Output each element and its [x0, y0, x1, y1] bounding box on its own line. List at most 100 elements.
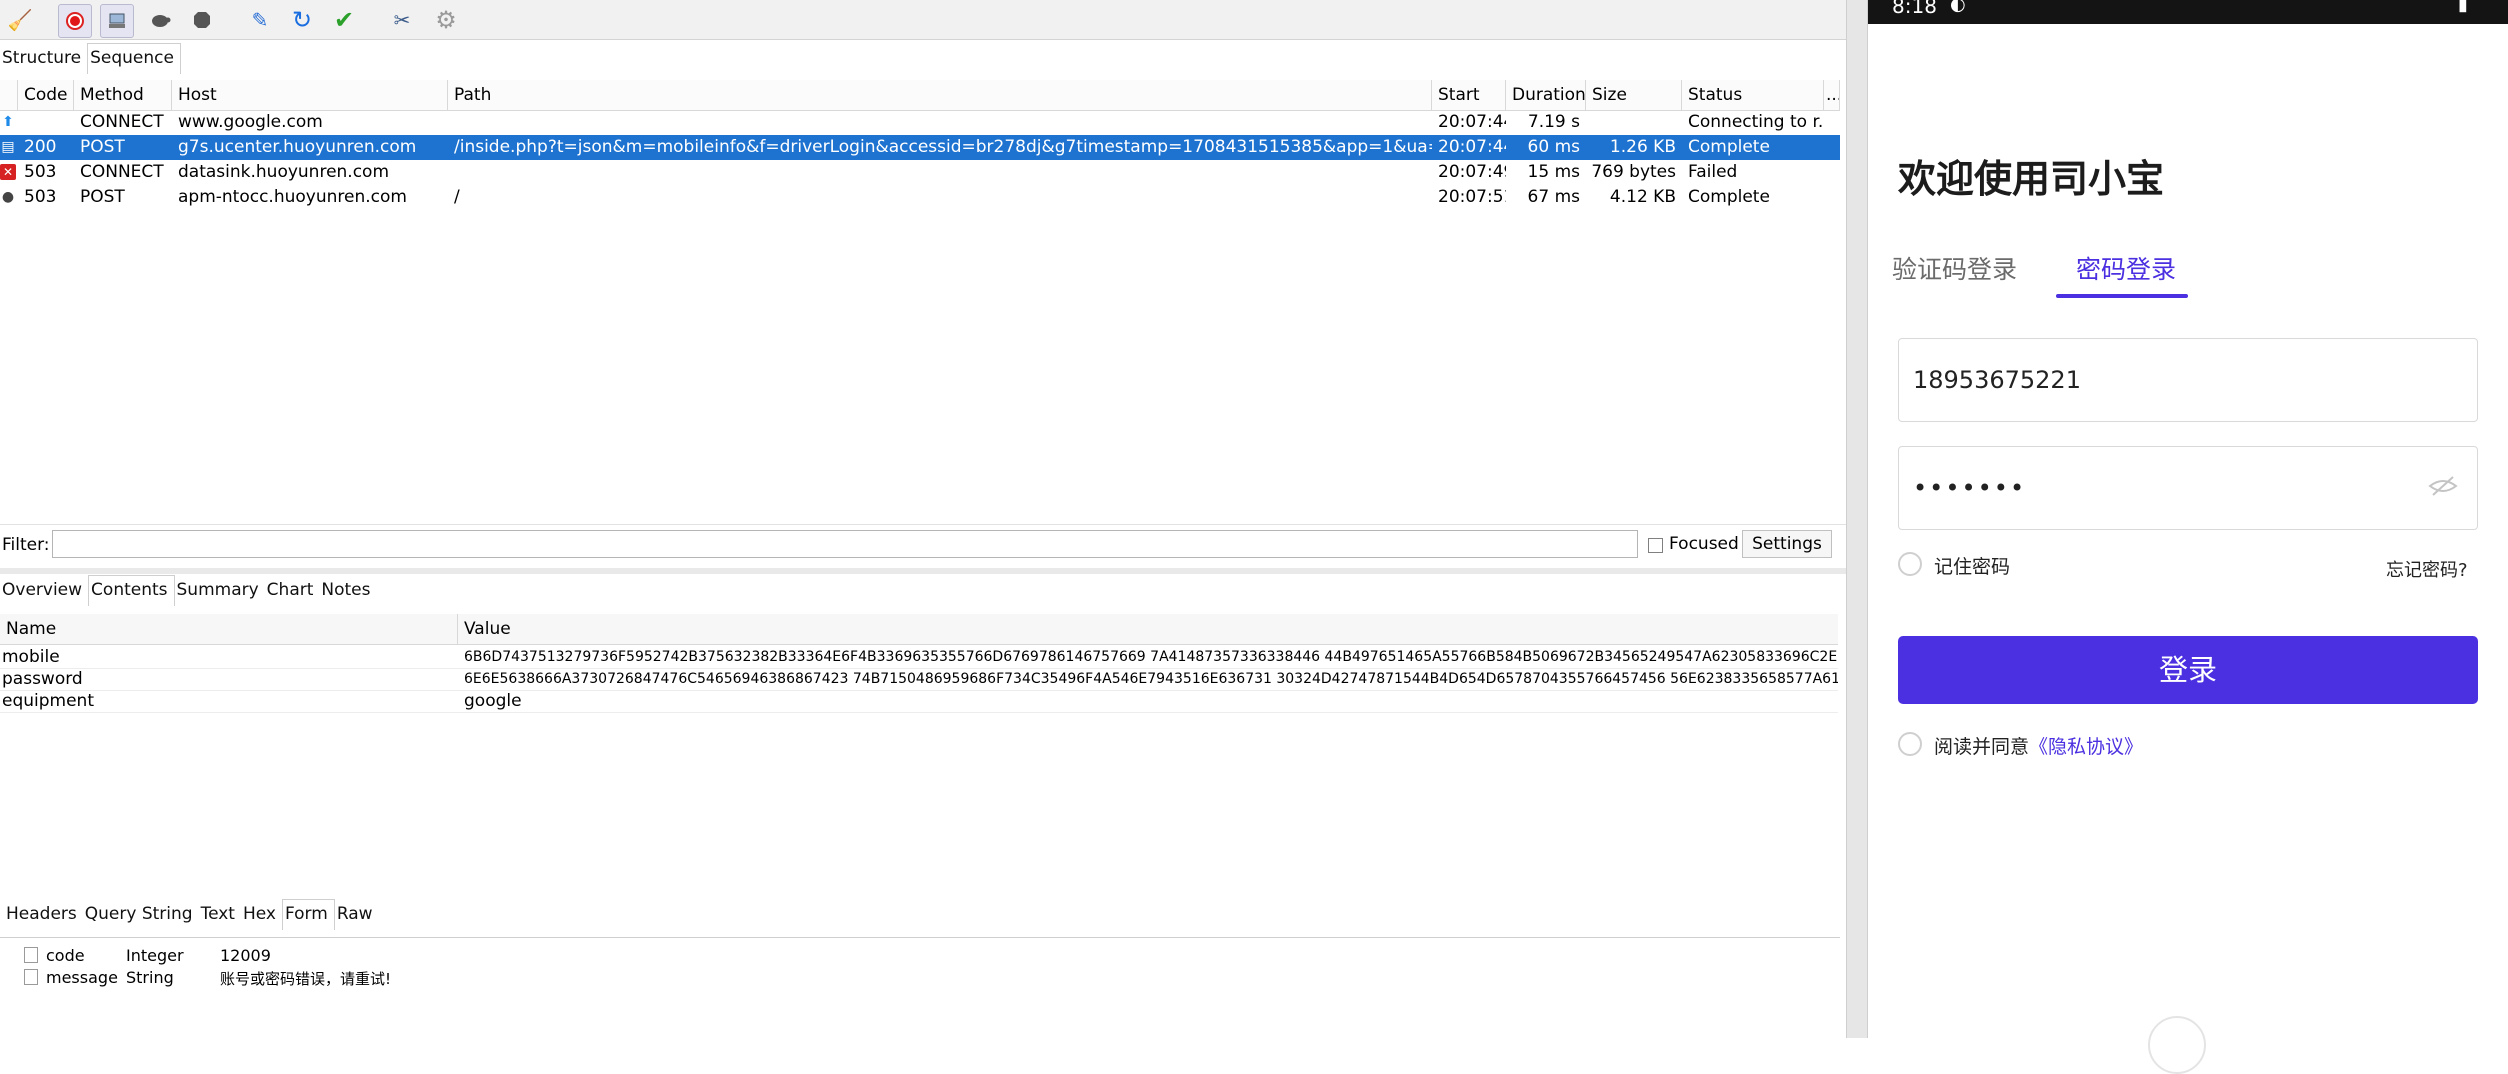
column-duration[interactable]: Duration [1506, 80, 1586, 110]
window-divider[interactable] [1846, 0, 1868, 1038]
table-row[interactable]: equipment google [0, 690, 1838, 713]
tree-node-icon [24, 947, 38, 963]
column-code[interactable]: Code [18, 80, 74, 110]
tree-row[interactable]: message String 账号或密码错误，请重试! [0, 966, 600, 988]
column-method[interactable]: Method [74, 80, 172, 110]
turtle-icon[interactable] [144, 4, 176, 36]
cell-path: /inside.php?t=json&m=mobileinfo&f=driver… [454, 137, 1432, 157]
stop-icon[interactable] [186, 4, 218, 36]
tab-sequence[interactable]: Sequence [87, 43, 181, 74]
bottom-circle-button[interactable] [2148, 1016, 2206, 1074]
tab-headers[interactable]: Headers [0, 900, 83, 930]
cell-value: 6B6D7437513279736F5952742B375632382B3336… [464, 649, 1838, 665]
tab-notes[interactable]: Notes [319, 576, 376, 606]
error-x-icon: ✕ [0, 164, 16, 180]
cell-host: apm-ntocc.huoyunren.com [178, 187, 407, 207]
cell-duration: 60 ms [1527, 137, 1580, 157]
settings-button[interactable]: Settings [1742, 530, 1832, 558]
phone-screen: 8:18 ◐ ▮ 欢迎使用司小宝 验证码登录 密码登录 18953675221 … [1868, 0, 2508, 1074]
check-icon[interactable]: ✔ [328, 4, 360, 36]
focused-label: Focused [1669, 534, 1739, 554]
table-row[interactable]: password 6E6E5638666A3730726847476C54656… [0, 668, 1838, 691]
forgot-password-link[interactable]: 忘记密码? [2386, 556, 2468, 582]
agree-privacy-label: 阅读并同意《隐私协议》 [1934, 732, 2143, 759]
cell-code [18, 110, 74, 135]
table-row[interactable]: ⬆ CONNECT www.google.com 20:07:44 7.19 s… [0, 110, 1840, 135]
column-name[interactable]: Name [0, 614, 458, 644]
table-row[interactable]: mobile 6B6D7437513279736F5952742B3756323… [0, 646, 1838, 669]
agree-prefix-text: 阅读并同意 [1934, 736, 2030, 758]
cell-host: datasink.huoyunren.com [178, 162, 390, 182]
tree-key: code [46, 946, 85, 965]
column-status[interactable]: Status [1682, 80, 1824, 110]
filter-input[interactable] [52, 530, 1638, 558]
request-table-header: Code Method Host Path Start Duration Siz… [0, 80, 1840, 111]
cell-duration: 15 ms [1527, 162, 1580, 182]
tree-value: 账号或密码错误，请重试! [220, 970, 392, 988]
refresh-icon[interactable]: ↻ [286, 4, 318, 36]
bomb-icon: ● [1, 189, 15, 205]
privacy-policy-link[interactable]: 《隐私协议》 [2029, 736, 2143, 758]
table-row[interactable]: ✕ 503 CONNECT datasink.huoyunren.com 20:… [0, 160, 1840, 185]
remember-password-radio[interactable] [1898, 552, 1922, 576]
document-icon: ▤ [1, 139, 15, 155]
cell-host: www.google.com [178, 112, 323, 132]
tab-text[interactable]: Text [199, 900, 241, 930]
tab-password-login[interactable]: 密码登录 [2076, 250, 2176, 286]
cell-method: POST [80, 187, 125, 207]
cell-status: Connecting to r... [1688, 112, 1824, 132]
cell-value: 6E6E5638666A3730726847476C54656946386867… [464, 671, 1838, 687]
tab-overview[interactable]: Overview [0, 576, 88, 606]
tab-raw[interactable]: Raw [335, 900, 379, 930]
throttle-icon[interactable] [100, 4, 134, 38]
remember-password-label[interactable]: 记住密码 [1934, 552, 2010, 579]
column-host[interactable]: Host [172, 80, 448, 110]
cell-code: 503 [24, 187, 57, 207]
tab-summary[interactable]: Summary [175, 576, 265, 606]
tab-form[interactable]: Form [281, 899, 335, 930]
filter-bar: Filter: Focused Settings [0, 524, 1846, 564]
cell-start: 20:07:49 [1438, 162, 1506, 182]
login-button[interactable]: 登录 [1898, 636, 2478, 704]
table-row[interactable]: ● 503 POST apm-ntocc.huoyunren.com / 20:… [0, 185, 1840, 210]
agree-privacy-radio[interactable] [1898, 732, 1922, 756]
cell-size [1586, 110, 1682, 135]
column-start[interactable]: Start [1432, 80, 1506, 110]
cell-start: 20:07:44 [1438, 137, 1506, 157]
phone-number-input[interactable]: 18953675221 [1898, 338, 2478, 422]
cell-name: equipment [2, 691, 94, 711]
tools-icon[interactable]: ✂ [386, 4, 418, 36]
tab-sms-login[interactable]: 验证码登录 [1892, 250, 2017, 286]
filter-label: Filter: [2, 535, 50, 555]
cell-method: CONNECT [80, 112, 164, 132]
tab-separator [0, 937, 1840, 938]
table-row-selected[interactable]: ▤ 200 POST g7s.ucenter.huoyunren.com /in… [0, 135, 1840, 160]
column-path[interactable]: Path [448, 80, 1432, 110]
broom-icon[interactable]: 🧹 [4, 4, 36, 36]
tree-key: message [46, 968, 118, 987]
tab-contents[interactable]: Contents [88, 575, 175, 606]
eye-hidden-icon[interactable] [2428, 474, 2458, 498]
splitter[interactable] [0, 568, 1846, 574]
column-more[interactable]: ... [1824, 80, 1840, 110]
cell-code: 503 [24, 162, 57, 182]
focused-checkbox[interactable] [1648, 538, 1663, 553]
settings-gear-icon[interactable]: ⚙ [430, 4, 462, 36]
cell-path [448, 160, 1432, 185]
column-value[interactable]: Value [458, 614, 1838, 644]
cell-path [448, 110, 1432, 135]
pen-icon[interactable]: ✎ [244, 4, 276, 36]
column-size[interactable]: Size [1586, 80, 1682, 110]
cell-path: / [454, 187, 460, 207]
tab-query-string[interactable]: Query String [83, 900, 199, 930]
password-input[interactable]: ••••••• [1898, 446, 2478, 530]
cell-value: google [464, 691, 522, 711]
tree-row[interactable]: code Integer 12009 [0, 944, 600, 966]
cell-method: CONNECT [80, 162, 164, 182]
tab-structure[interactable]: Structure [0, 44, 87, 74]
cell-method: POST [80, 137, 125, 157]
tab-hex[interactable]: Hex [241, 900, 282, 930]
tree-type: String [126, 968, 174, 987]
tab-chart[interactable]: Chart [265, 576, 320, 606]
record-icon[interactable] [58, 4, 92, 38]
